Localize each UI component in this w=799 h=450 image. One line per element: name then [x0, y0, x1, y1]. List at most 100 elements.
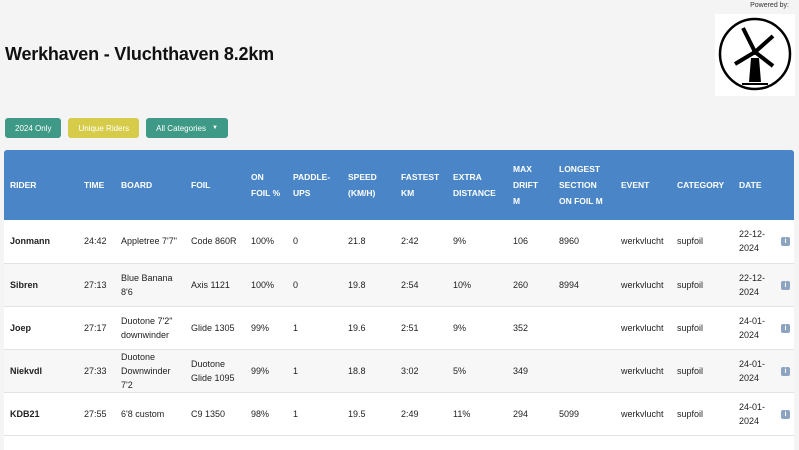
- cell-date: 24-01-2024 i: [733, 392, 794, 436]
- cell-date: 24-01-2024 i: [733, 349, 794, 393]
- cell-fastest-km: 3:02: [395, 349, 447, 393]
- cell-paddle-ups: 1: [287, 306, 342, 350]
- col-header[interactable]: SPEED (KM/H): [342, 150, 395, 220]
- cell-paddle-ups: 0: [287, 263, 342, 307]
- cell-longest-section: 8960: [553, 220, 615, 264]
- cell-on-foil: 99%: [245, 349, 287, 393]
- col-header[interactable]: EXTRA DISTANCE: [447, 150, 507, 220]
- cell-date-text: 24-01-2024: [739, 315, 766, 340]
- chevron-down-icon: ▼: [211, 125, 218, 131]
- cell-speed: 19.5: [342, 392, 395, 436]
- year-filter-button[interactable]: 2024 Only: [5, 118, 62, 138]
- filter-bar: 2024 Only Unique Riders All Categories ▼: [5, 118, 228, 138]
- cell-date-text: 24-01-2024: [739, 401, 766, 426]
- cell-fastest-km: 2:42: [395, 220, 447, 264]
- cell-category: supfoil: [671, 263, 733, 307]
- cell-rider: Sibren: [4, 263, 78, 307]
- info-icon[interactable]: i: [781, 280, 790, 290]
- cell-max-drift: 260: [507, 263, 553, 307]
- table-row[interactable]: Jonmann 24:42 Appletree 7'7" Code 860R 1…: [4, 220, 794, 264]
- col-header[interactable]: LONGEST SECTION ON FOIL M: [553, 150, 615, 220]
- table-row[interactable]: Sibren 27:13 Blue Banana 8'6 Axis 1121 1…: [4, 263, 794, 307]
- results-table-container[interactable]: RIDER TIME BOARD FOIL ON FOIL % PADDLE-U…: [4, 150, 794, 450]
- page-title: Werkhaven - Vluchthaven 8.2km: [5, 44, 274, 64]
- cell-speed: 18.8: [342, 349, 395, 393]
- cell-paddle-ups: 1: [287, 349, 342, 393]
- unique-riders-button[interactable]: Unique Riders: [68, 118, 140, 138]
- cell-extra-distance: 5%: [447, 349, 507, 393]
- cell-max-drift: 352: [507, 306, 553, 350]
- table-row[interactable]: Niekvdl 27:33 Duotone Downwinder 7'2 Duo…: [4, 349, 794, 393]
- cell-board: Appletree 7'7": [115, 220, 185, 264]
- cell-time: 24:42: [78, 220, 115, 264]
- info-icon[interactable]: i: [781, 237, 790, 246]
- info-icon[interactable]: i: [781, 323, 790, 333]
- cell-date: 22-12-2024 i: [733, 263, 794, 307]
- cell-extra-distance: 10%: [447, 263, 507, 307]
- cell-extra-distance: 9%: [447, 220, 507, 264]
- col-header[interactable]: FOIL: [185, 150, 245, 220]
- cell-board: Blue Banana 8'6: [115, 263, 185, 307]
- col-header[interactable]: CATEGORY: [671, 150, 733, 220]
- cell-category: supfoil: [671, 349, 733, 393]
- col-header[interactable]: DATE: [733, 150, 794, 220]
- cell-longest-section: [553, 306, 615, 350]
- col-header[interactable]: MAX DRIFT M: [507, 150, 553, 220]
- cell-event: werkvlucht: [615, 306, 671, 350]
- powered-by-label: Powered by:: [750, 2, 789, 9]
- col-header[interactable]: RIDER: [4, 150, 78, 220]
- windmill-logo-icon: [718, 17, 792, 91]
- cell-on-foil: 100%: [245, 263, 287, 307]
- col-header[interactable]: BOARD: [115, 150, 185, 220]
- info-icon[interactable]: i: [781, 366, 790, 376]
- cell-date-text: 22-12-2024: [739, 272, 766, 297]
- cell-max-drift: 106: [507, 220, 553, 264]
- cell-foil: C9 1350: [185, 392, 245, 436]
- cell-foil: Code 860R: [185, 220, 245, 264]
- cell-fastest-km: 2:51: [395, 306, 447, 350]
- cell-category: supfoil: [671, 392, 733, 436]
- cell-paddle-ups: 1: [287, 392, 342, 436]
- table-row[interactable]: KDB21 27:55 6'8 custom C9 1350 98% 1 19.…: [4, 392, 794, 436]
- cell-date-text: 22-12-2024: [739, 229, 766, 254]
- cell-category: supfoil: [671, 220, 733, 264]
- cell-event: werkvlucht: [615, 349, 671, 393]
- cell-paddle-ups: 0: [287, 220, 342, 264]
- cell-date-text: 24-01-2024: [739, 358, 766, 383]
- cell-time: 27:17: [78, 306, 115, 350]
- cell-time: 27:13: [78, 263, 115, 307]
- cell-fastest-km: 2:54: [395, 263, 447, 307]
- cell-speed: 19.8: [342, 263, 395, 307]
- table-row[interactable]: Joep 27:17 Duotone 7'2" downwinder Glide…: [4, 306, 794, 350]
- info-icon[interactable]: i: [781, 409, 790, 419]
- col-header[interactable]: EVENT: [615, 150, 671, 220]
- cell-category: supfoil: [671, 306, 733, 350]
- col-header[interactable]: ON FOIL %: [245, 150, 287, 220]
- cell-extra-distance: 11%: [447, 392, 507, 436]
- cell-event: werkvlucht: [615, 263, 671, 307]
- cell-max-drift: 349: [507, 349, 553, 393]
- cell-foil: Duotone Glide 1095: [185, 349, 245, 393]
- table-header-row: RIDER TIME BOARD FOIL ON FOIL % PADDLE-U…: [4, 150, 794, 220]
- col-header[interactable]: FASTEST KM: [395, 150, 447, 220]
- col-header[interactable]: PADDLE-UPS: [287, 150, 342, 220]
- category-select-label: All Categories: [156, 123, 206, 133]
- cell-longest-section: 5099: [553, 392, 615, 436]
- cell-fastest-km: 2:49: [395, 392, 447, 436]
- cell-on-foil: 98%: [245, 392, 287, 436]
- col-header[interactable]: TIME: [78, 150, 115, 220]
- cell-event: werkvlucht: [615, 392, 671, 436]
- cell-rider: Joep: [4, 306, 78, 350]
- category-select[interactable]: All Categories ▼: [146, 118, 228, 138]
- results-table: RIDER TIME BOARD FOIL ON FOIL % PADDLE-U…: [4, 150, 794, 436]
- cell-on-foil: 100%: [245, 220, 287, 264]
- cell-time: 27:33: [78, 349, 115, 393]
- sponsor-logo[interactable]: [715, 14, 795, 96]
- cell-board: Duotone Downwinder 7'2: [115, 349, 185, 393]
- cell-extra-distance: 9%: [447, 306, 507, 350]
- cell-foil: Axis 1121: [185, 263, 245, 307]
- cell-board: Duotone 7'2" downwinder: [115, 306, 185, 350]
- cell-rider: Niekvdl: [4, 349, 78, 393]
- cell-date: 22-12-2024 i: [733, 220, 794, 264]
- cell-rider: KDB21: [4, 392, 78, 436]
